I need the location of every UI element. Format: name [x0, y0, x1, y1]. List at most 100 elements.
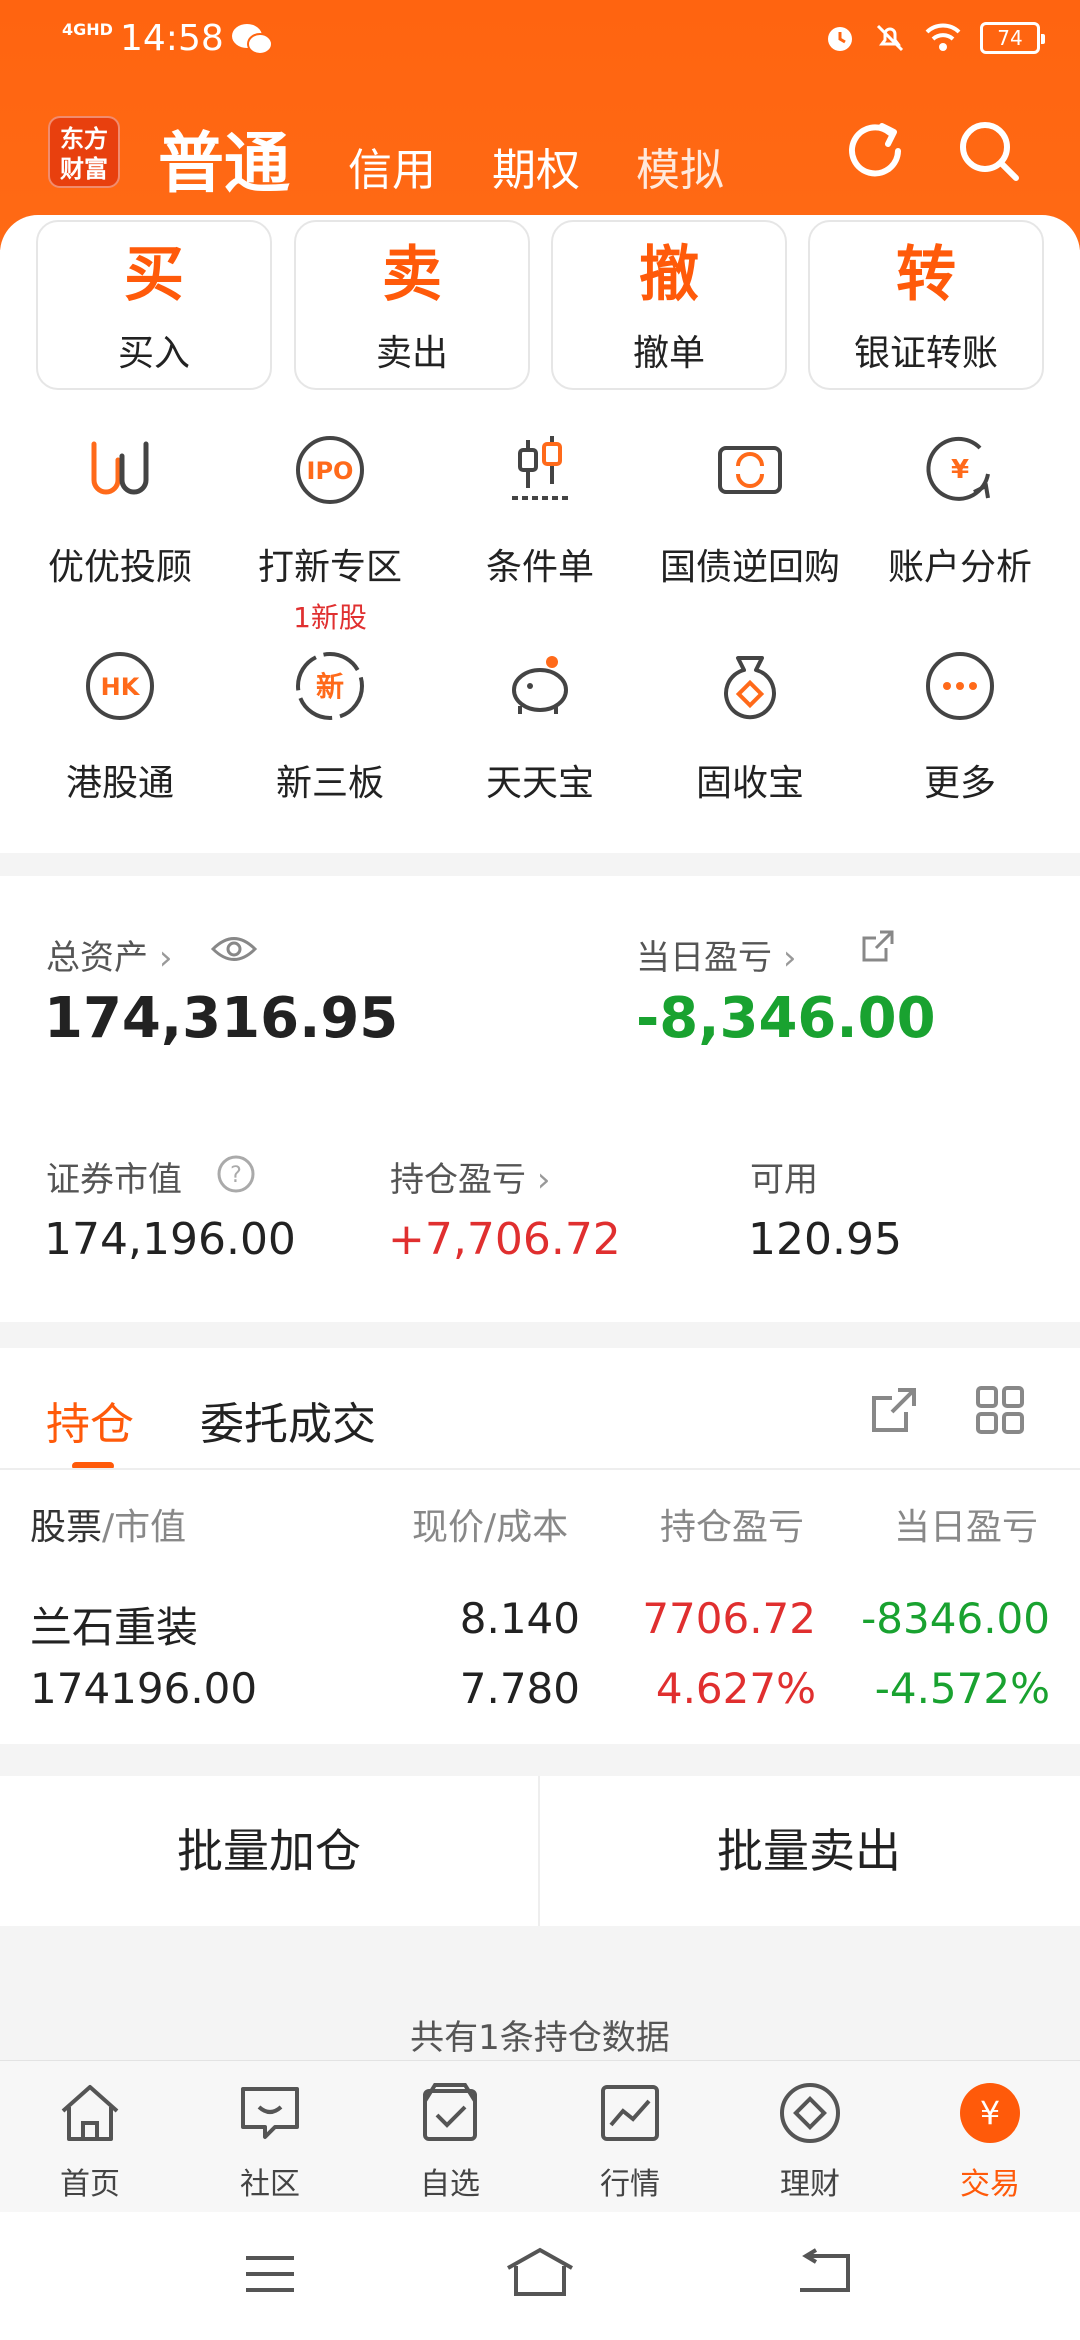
service-tiantianbao[interactable]: 天天宝 — [432, 646, 648, 806]
svg-text:¥: ¥ — [980, 2094, 1000, 2132]
batch-add-button[interactable]: 批量加仓 — [0, 1776, 538, 1926]
neeq-icon: 新 — [296, 652, 364, 720]
market-icon — [601, 2085, 659, 2141]
col-stock: 股票/市值 — [30, 1507, 187, 1548]
status-bar: 4GHD 14:58 74 — [0, 0, 1080, 80]
total-assets-value: 174,316.95 — [44, 986, 399, 1051]
holdings-count-note: 共有1条持仓数据 — [410, 2018, 670, 2058]
service-ipo[interactable]: IPO 打新专区 1新股 — [222, 430, 438, 636]
batch-sell-button[interactable]: 批量卖出 — [540, 1776, 1078, 1926]
available-value: 120.95 — [748, 1214, 902, 1265]
status-right: 74 — [824, 22, 1045, 54]
tab-credit[interactable]: 信用 — [348, 134, 436, 198]
divider — [0, 1468, 1080, 1470]
col-position-pl: 持仓盈亏 — [660, 1507, 805, 1548]
share-icon[interactable] — [858, 926, 898, 966]
wealth-icon — [780, 2083, 840, 2143]
service-condition-order[interactable]: 条件单 — [432, 430, 648, 590]
tab-home[interactable]: 首页 — [0, 2081, 180, 2203]
wifi-icon — [925, 23, 961, 51]
trade-icon: ¥ — [960, 2083, 1020, 2143]
current-price: 8.140 — [459, 1594, 580, 1643]
asset-summary: 总资产 › 174,316.95 当日盈亏 › -8,346.00 证券市值 ?… — [0, 876, 1080, 1322]
bank-transfer-button[interactable]: 转 银证转账 — [808, 220, 1044, 390]
system-nav-bar — [0, 2212, 1080, 2340]
back-icon[interactable] — [796, 2248, 852, 2296]
sell-button[interactable]: 卖 卖出 — [294, 220, 530, 390]
daily-pl-value: -8,346.00 — [636, 986, 936, 1051]
service-account-analysis[interactable]: ¥ 账户分析 — [852, 430, 1068, 590]
chevron-right-icon: › — [158, 938, 173, 978]
daily-pl-pct: -4.572% — [874, 1664, 1050, 1713]
available-label: 可用 — [750, 1160, 818, 1200]
watchlist-icon — [423, 2083, 477, 2141]
tab-trade[interactable]: ¥ 交易 — [900, 2081, 1080, 2203]
tab-wealth[interactable]: 理财 — [720, 2081, 900, 2203]
daily-pl: -8346.00 — [861, 1594, 1050, 1643]
svg-text:¥: ¥ — [951, 455, 969, 485]
wechat-icon — [232, 24, 273, 55]
refresh-icon[interactable] — [840, 116, 910, 186]
tab-options[interactable]: 期权 — [492, 134, 580, 198]
alarm-icon — [828, 27, 852, 51]
cost-price: 7.780 — [459, 1664, 580, 1713]
service-bond-repo[interactable]: 国债逆回购 — [642, 430, 858, 590]
tab-community[interactable]: 社区 — [180, 2081, 360, 2203]
buy-button[interactable]: 买 买入 — [36, 220, 272, 390]
uu-advisor-icon — [91, 441, 149, 495]
app-header: 4GHD 14:58 74 东方 财富 普通 信用 期权 模拟 — [0, 0, 1080, 250]
tab-market[interactable]: 行情 — [540, 2081, 720, 2203]
money-bag-icon — [724, 656, 776, 720]
position-pl-value: +7,706.72 — [388, 1214, 621, 1265]
total-assets-label[interactable]: 总资产 › — [46, 930, 172, 979]
svg-text:IPO: IPO — [307, 457, 354, 485]
service-neeq[interactable]: 新 新三板 — [222, 646, 438, 806]
export-icon[interactable] — [866, 1382, 922, 1438]
daily-pl-label[interactable]: 当日盈亏 › — [636, 930, 796, 979]
chevron-right-icon: › — [536, 1160, 551, 1200]
service-more[interactable]: 更多 — [852, 646, 1068, 806]
col-price: 现价/成本 — [412, 1507, 569, 1548]
app-logo: 东方 财富 — [48, 116, 120, 188]
network-indicator: 4GHD — [62, 20, 113, 39]
community-icon — [241, 2087, 299, 2139]
search-icon[interactable] — [954, 116, 1024, 186]
market-value-label: 证券市值 — [46, 1160, 182, 1200]
tab-normal[interactable]: 普通 — [158, 110, 290, 206]
service-gushoubao[interactable]: 固收宝 — [642, 646, 858, 806]
position-pl: 7706.72 — [642, 1594, 816, 1643]
service-hk-connect[interactable]: HK 港股通 — [12, 646, 228, 806]
svg-text:HK: HK — [101, 673, 141, 701]
svg-text:?: ? — [230, 1163, 242, 1188]
batch-actions: 批量加仓 批量卖出 — [0, 1776, 1080, 1926]
new-stock-badge: 1新股 — [293, 601, 367, 634]
svg-text:新: 新 — [316, 670, 344, 703]
menu-icon[interactable] — [242, 2252, 298, 2296]
tab-orders[interactable]: 委托成交 — [200, 1388, 376, 1452]
home-nav-icon[interactable] — [504, 2246, 576, 2298]
stock-market-value: 174196.00 — [30, 1664, 258, 1713]
condition-order-icon — [512, 436, 568, 500]
help-icon[interactable]: ? — [216, 1154, 256, 1194]
account-analysis-icon: ¥ — [926, 436, 990, 501]
tab-positions[interactable]: 持仓 — [46, 1388, 134, 1452]
stock-name: 兰石重装 — [30, 1603, 199, 1652]
home-icon — [61, 2085, 119, 2141]
market-value: 174,196.00 — [44, 1214, 296, 1265]
hk-connect-icon: HK — [86, 652, 154, 720]
tab-simulation[interactable]: 模拟 — [636, 134, 724, 198]
service-uu-advisor[interactable]: 优优投顾 — [12, 430, 228, 590]
cancel-order-button[interactable]: 撤 撤单 — [551, 220, 787, 390]
battery-indicator: 74 — [980, 22, 1045, 54]
status-time: 14:58 — [120, 18, 224, 59]
mute-icon — [876, 24, 904, 52]
chevron-right-icon: › — [782, 938, 797, 978]
tab-watchlist[interactable]: 自选 — [360, 2081, 540, 2203]
ipo-icon: IPO — [296, 436, 364, 504]
eye-icon[interactable] — [210, 934, 258, 964]
position-pl-label[interactable]: 持仓盈亏 › — [390, 1152, 550, 1201]
grid-view-icon[interactable] — [972, 1382, 1028, 1438]
bond-repo-icon — [718, 446, 782, 494]
bottom-tab-bar: 首页 社区 自选 行情 理财 ¥ 交易 — [0, 2060, 1080, 2212]
account-type-nav: 东方 财富 普通 信用 期权 模拟 — [0, 110, 1080, 202]
